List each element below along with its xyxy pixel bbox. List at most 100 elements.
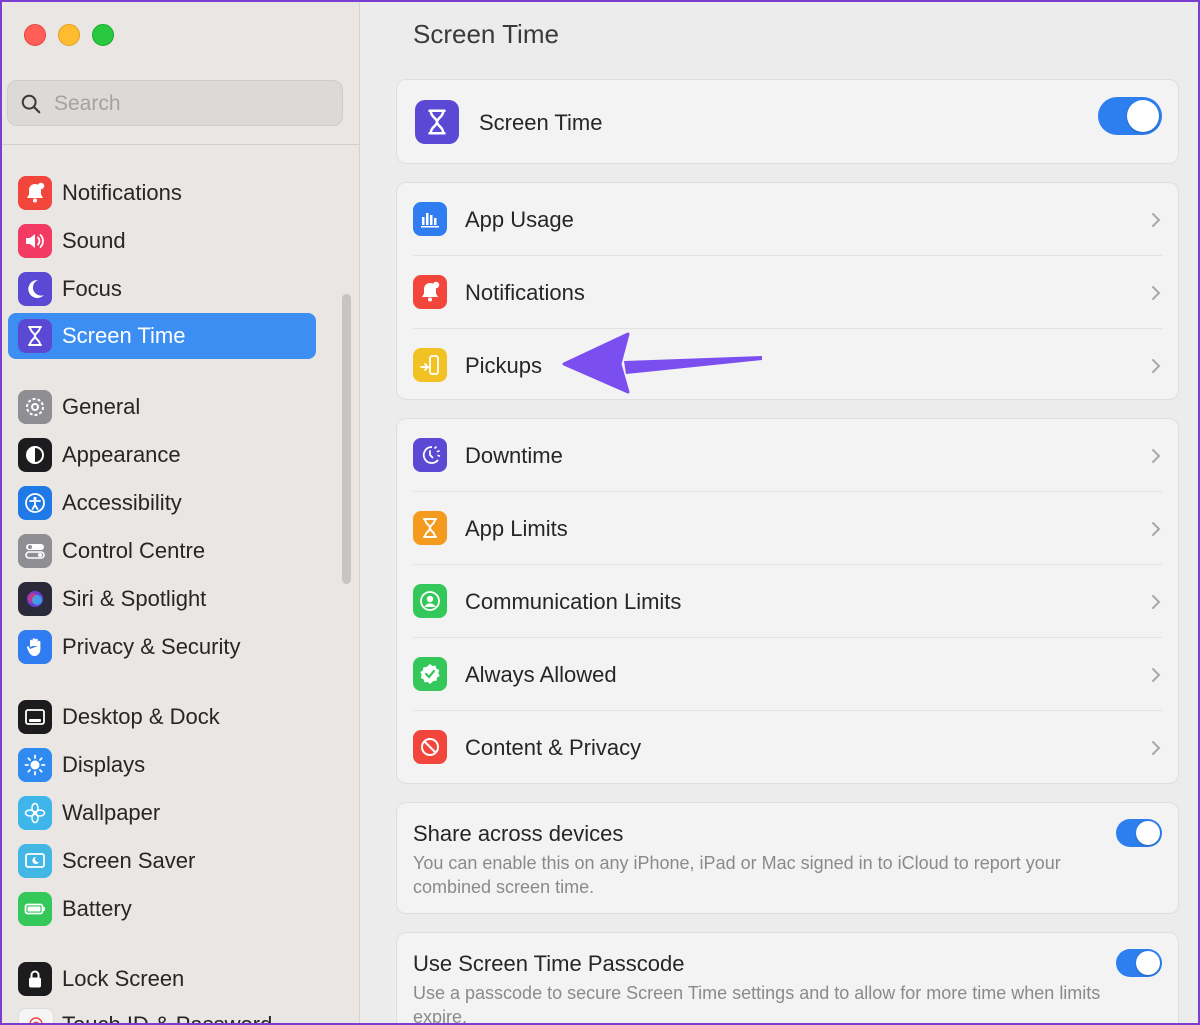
sidebar-item-label: Appearance xyxy=(62,442,181,467)
bell-icon xyxy=(18,176,52,210)
row-label: Content & Privacy xyxy=(465,735,642,760)
sidebar-item-wallpaper[interactable]: Wallpaper xyxy=(8,790,316,836)
close-window-button[interactable] xyxy=(24,24,46,46)
sidebar-item-lock-screen[interactable]: Lock Screen xyxy=(8,956,316,1002)
sidebar-item-label: Screen Saver xyxy=(62,848,196,873)
chevron-right-icon xyxy=(1152,522,1161,536)
row-always-allowed[interactable]: Always Allowed xyxy=(397,638,1178,712)
person-icon xyxy=(413,584,447,618)
hourglass-icon xyxy=(413,511,447,545)
settings-window: Notifications Sound Focus Screen Time Ge… xyxy=(0,0,1200,1025)
sidebar-item-siri-spotlight[interactable]: Siri & Spotlight xyxy=(8,576,316,622)
lock-icon xyxy=(18,962,52,996)
sidebar-item-label: Desktop & Dock xyxy=(62,704,220,729)
sidebar-item-appearance[interactable]: Appearance xyxy=(8,432,316,478)
appearance-icon xyxy=(18,438,52,472)
sidebar-item-control-centre[interactable]: Control Centre xyxy=(8,528,316,574)
row-label: App Usage xyxy=(465,207,574,232)
flower-icon xyxy=(18,796,52,830)
annotation-arrow-icon xyxy=(562,332,762,394)
dock-icon xyxy=(18,700,52,734)
sidebar-item-label: Siri & Spotlight xyxy=(62,586,207,611)
row-downtime[interactable]: Downtime xyxy=(397,419,1178,493)
sidebar-item-label: Battery xyxy=(62,896,132,921)
no-entry-icon xyxy=(413,730,447,764)
accessibility-icon xyxy=(18,486,52,520)
sidebar-item-label: Privacy & Security xyxy=(62,634,241,659)
sidebar-item-screen-time[interactable]: Screen Time xyxy=(8,313,316,359)
search-input[interactable] xyxy=(52,87,336,121)
hand-icon xyxy=(18,630,52,664)
usage-group: App Usage Notifications Pickups xyxy=(396,182,1179,400)
row-label: Pickups xyxy=(465,353,543,378)
control-centre-icon xyxy=(18,534,52,568)
row-label: Downtime xyxy=(465,443,563,468)
row-pickups[interactable]: Pickups xyxy=(397,329,1178,403)
row-content-privacy[interactable]: Content & Privacy xyxy=(397,711,1178,785)
speaker-icon xyxy=(18,224,52,258)
bar-chart-icon xyxy=(413,202,447,236)
maximize-window-button[interactable] xyxy=(92,24,114,46)
sidebar-item-battery[interactable]: Battery xyxy=(8,886,316,932)
sidebar-item-general[interactable]: General xyxy=(8,384,316,430)
limits-group: Downtime App Limits Communication Limits… xyxy=(396,418,1179,784)
sidebar-item-label: Notifications xyxy=(62,180,182,205)
sidebar-item-touch-id[interactable]: Touch ID & Password xyxy=(8,1002,316,1023)
screen-saver-icon xyxy=(18,844,52,878)
gear-icon xyxy=(18,390,52,424)
sidebar-item-label: Focus xyxy=(62,276,122,301)
hourglass-icon xyxy=(18,319,52,353)
sidebar-item-sound[interactable]: Sound xyxy=(8,218,316,264)
row-label: App Limits xyxy=(465,516,568,541)
sidebar-item-accessibility[interactable]: Accessibility xyxy=(8,480,316,526)
fingerprint-icon xyxy=(18,1008,54,1023)
share-card: Share across devices You can enable this… xyxy=(396,802,1179,914)
chevron-right-icon xyxy=(1152,668,1161,682)
chevron-right-icon xyxy=(1152,741,1161,755)
sidebar-item-label: Accessibility xyxy=(62,490,182,515)
passcode-title: Use Screen Time Passcode xyxy=(413,951,685,976)
pickups-icon xyxy=(413,348,447,382)
sidebar-item-label: Wallpaper xyxy=(62,800,161,825)
sidebar-item-notifications[interactable]: Notifications xyxy=(8,170,316,216)
chevron-right-icon xyxy=(1152,449,1161,463)
share-toggle[interactable] xyxy=(1116,819,1162,847)
sidebar-item-screen-saver[interactable]: Screen Saver xyxy=(8,838,316,884)
passcode-card: Use Screen Time Passcode Use a passcode … xyxy=(396,932,1179,1023)
row-communication-limits[interactable]: Communication Limits xyxy=(397,565,1178,639)
main-content: Screen Time Screen Time App Usage Notifi… xyxy=(360,2,1198,1023)
page-title: Screen Time xyxy=(413,19,559,49)
sun-icon xyxy=(18,748,52,782)
chevron-right-icon xyxy=(1152,359,1161,373)
sidebar-item-privacy-security[interactable]: Privacy & Security xyxy=(8,624,316,670)
battery-icon xyxy=(18,892,52,926)
sidebar: Notifications Sound Focus Screen Time Ge… xyxy=(2,2,360,1023)
screen-time-card: Screen Time xyxy=(396,79,1179,164)
passcode-toggle[interactable] xyxy=(1116,949,1162,977)
sidebar-divider xyxy=(2,144,359,145)
sidebar-item-focus[interactable]: Focus xyxy=(8,266,316,312)
sidebar-item-displays[interactable]: Displays xyxy=(8,742,316,788)
minimize-window-button[interactable] xyxy=(58,24,80,46)
sidebar-item-label: Control Centre xyxy=(62,538,206,563)
siri-icon xyxy=(18,582,52,616)
screen-time-toggle[interactable] xyxy=(1098,97,1162,135)
share-description: You can enable this on any iPhone, iPad … xyxy=(413,853,1061,897)
sidebar-item-label: Screen Time xyxy=(62,323,186,348)
row-notifications[interactable]: Notifications xyxy=(397,256,1178,330)
search-field[interactable] xyxy=(7,80,343,126)
search-icon xyxy=(21,94,41,114)
sidebar-item-desktop-dock[interactable]: Desktop & Dock xyxy=(8,694,316,740)
sidebar-item-label: Displays xyxy=(62,752,146,777)
downtime-icon xyxy=(413,438,447,472)
row-app-usage[interactable]: App Usage xyxy=(397,183,1178,257)
row-label: Communication Limits xyxy=(465,589,682,614)
sidebar-item-label: Sound xyxy=(62,228,126,253)
chevron-right-icon xyxy=(1152,595,1161,609)
row-app-limits[interactable]: App Limits xyxy=(397,492,1178,566)
checkmark-badge-icon xyxy=(413,657,447,691)
sidebar-scrollbar[interactable] xyxy=(342,294,351,584)
row-label: Notifications xyxy=(465,280,585,305)
sidebar-item-label: Lock Screen xyxy=(62,966,185,991)
row-label: Always Allowed xyxy=(465,662,617,687)
